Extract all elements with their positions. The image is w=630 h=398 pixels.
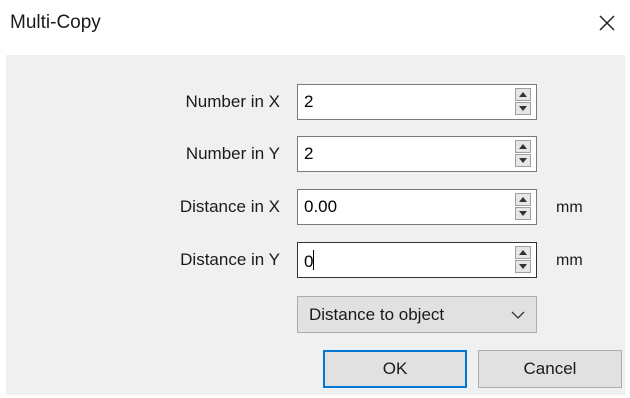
- distance-in-y-text: 0: [304, 252, 314, 271]
- distance-in-x-label: Distance in X: [179, 197, 280, 216]
- distance-in-x-spinner[interactable]: [515, 193, 531, 221]
- spin-down-icon[interactable]: [515, 102, 531, 115]
- row-distance-in-y: Distance in Y 0 mm: [6, 242, 625, 278]
- chevron-down-icon: [510, 307, 526, 323]
- number-in-y-value: 2: [304, 144, 314, 163]
- spin-up-icon[interactable]: [515, 88, 531, 101]
- distance-in-x-value: 0.00: [304, 197, 338, 216]
- number-in-y-label: Number in Y: [185, 144, 280, 163]
- title-bar: Multi-Copy: [0, 0, 630, 44]
- number-in-x-value: 2: [304, 92, 314, 111]
- distance-in-y-input[interactable]: 0: [297, 242, 537, 278]
- close-icon: [599, 15, 615, 31]
- distance-in-x-unit: mm: [556, 199, 583, 216]
- row-number-in-x: Number in X 2: [6, 84, 625, 120]
- distance-mode-select[interactable]: Distance to object: [297, 296, 537, 333]
- number-in-x-label: Number in X: [185, 92, 280, 111]
- spin-down-icon[interactable]: [515, 207, 531, 220]
- distance-in-y-spinner[interactable]: [515, 246, 531, 274]
- text-caret: [313, 250, 315, 270]
- spin-up-icon[interactable]: [515, 140, 531, 153]
- spin-down-icon[interactable]: [515, 154, 531, 167]
- number-in-y-input[interactable]: 2: [297, 136, 537, 172]
- distance-in-y-unit: mm: [556, 252, 583, 269]
- cancel-button[interactable]: Cancel: [478, 350, 622, 388]
- ok-button[interactable]: OK: [323, 350, 467, 388]
- dialog-body: Number in X 2 Number in Y 2 Distance in …: [6, 55, 625, 395]
- dialog-title: Multi-Copy: [10, 12, 101, 33]
- spin-up-icon[interactable]: [515, 193, 531, 206]
- spin-up-icon[interactable]: [515, 246, 531, 259]
- row-number-in-y: Number in Y 2: [6, 136, 625, 172]
- number-in-y-spinner[interactable]: [515, 140, 531, 168]
- number-in-x-spinner[interactable]: [515, 88, 531, 116]
- distance-in-x-input[interactable]: 0.00: [297, 189, 537, 225]
- spin-down-icon[interactable]: [515, 260, 531, 273]
- distance-in-y-label: Distance in Y: [180, 250, 280, 269]
- distance-mode-value: Distance to object: [309, 305, 445, 324]
- distance-in-y-value: 0: [304, 250, 315, 272]
- number-in-x-input[interactable]: 2: [297, 84, 537, 120]
- close-button[interactable]: [592, 8, 622, 38]
- row-distance-in-x: Distance in X 0.00 mm: [6, 189, 625, 225]
